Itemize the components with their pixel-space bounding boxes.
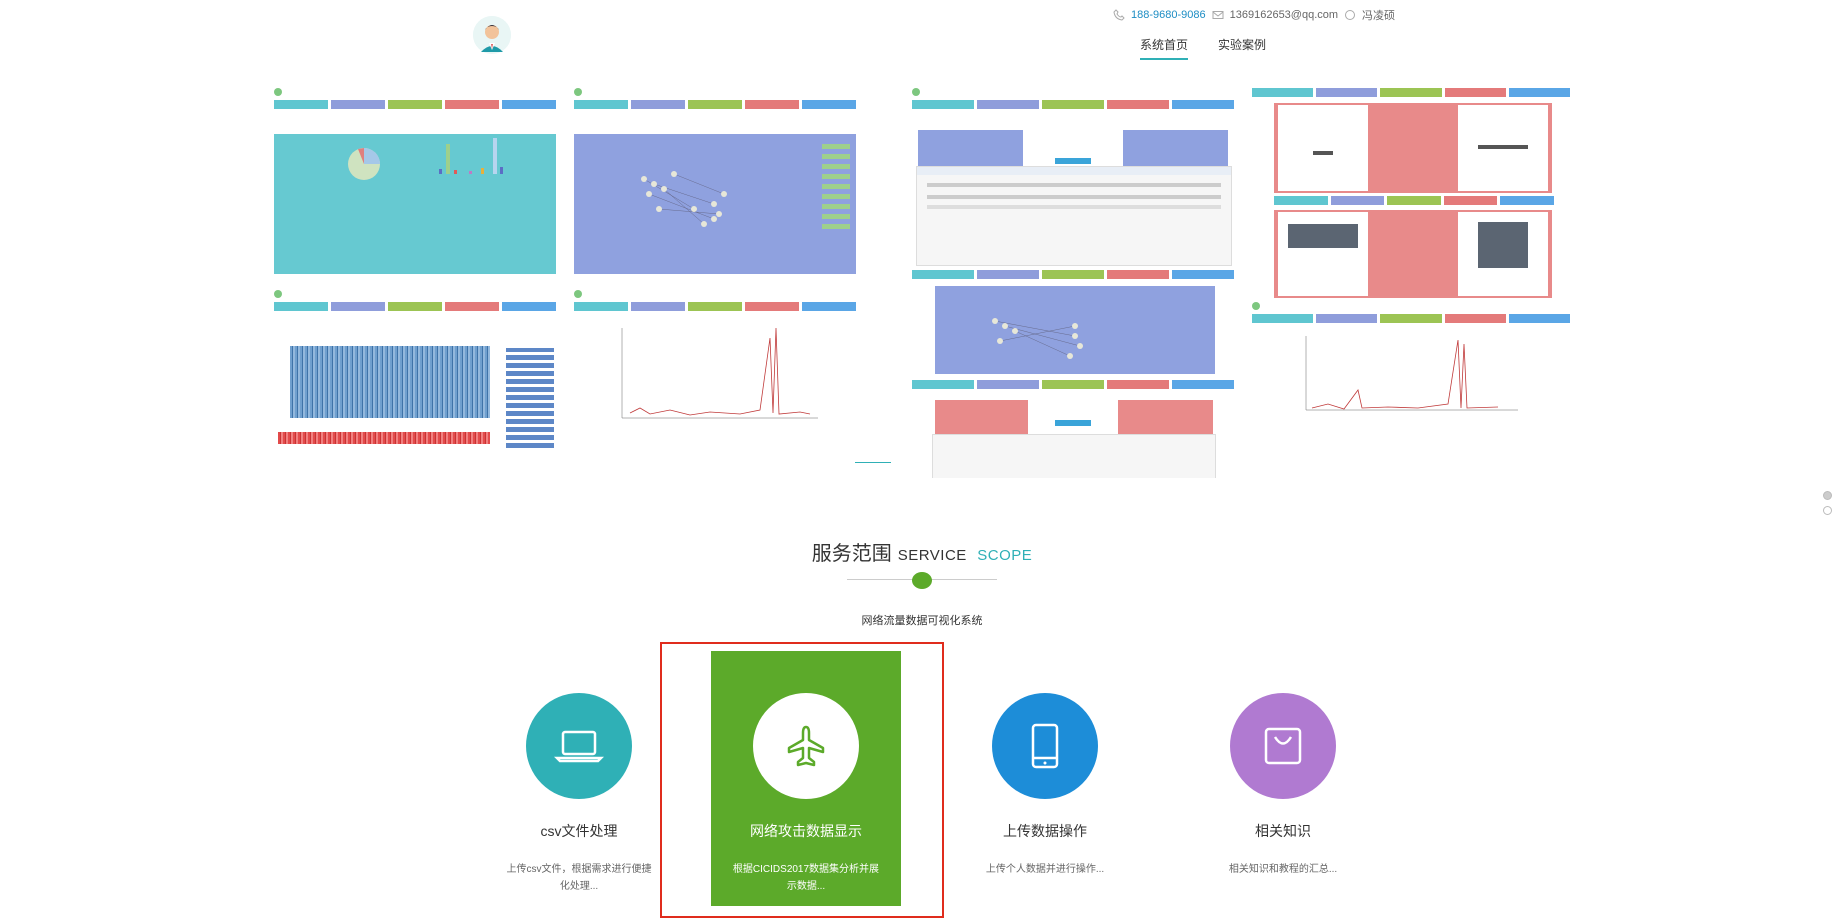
page-dot-2[interactable] — [1823, 506, 1832, 515]
screenshot-file-upload-red[interactable] — [908, 378, 1238, 478]
card-csv[interactable]: csv文件处理 上传csv文件，根据需求进行便捷化处理... — [484, 651, 674, 906]
nav-cases[interactable]: 实验案例 — [1218, 36, 1266, 60]
contact-bar: 188-9680-9086 1369162653@qq.com 冯凌硕 — [1113, 7, 1395, 23]
section-title: 服务范围 SERVICE SCOPE — [0, 537, 1844, 566]
screenshot-peaks-chart-2[interactable] — [1248, 300, 1574, 420]
contact-name: 冯凌硕 — [1362, 10, 1396, 22]
screenshot-timestamp-flow[interactable] — [270, 288, 560, 478]
bag-icon — [1230, 693, 1336, 799]
section-subtitle: 网络流量数据可视化系统 — [861, 615, 983, 627]
title-divider-dot — [912, 572, 932, 589]
screenshot-peaks-chart[interactable] — [570, 288, 860, 428]
card-upload[interactable]: 上传数据操作 上传个人数据并进行操作... — [950, 651, 1140, 906]
carousel-marker — [855, 462, 891, 463]
screenshot-file-upload-blue[interactable] — [908, 86, 1238, 266]
phone-icon — [992, 693, 1098, 799]
mail-icon — [1212, 11, 1224, 19]
phone-number[interactable]: 188-9680-9086 — [1131, 9, 1206, 21]
section-title-cn: 服务范围 — [811, 543, 892, 565]
selection-highlight — [660, 642, 944, 918]
avatar — [473, 16, 511, 54]
page-dot-1[interactable] — [1823, 491, 1832, 500]
screenshot-red-forms[interactable] — [1248, 86, 1574, 301]
card-title: 上传数据操作 — [1003, 823, 1087, 839]
avatar-icon — [473, 16, 511, 54]
card-title: csv文件处理 — [540, 823, 618, 839]
card-desc: 上传个人数据并进行操作... — [985, 864, 1105, 875]
phone-icon — [1113, 9, 1125, 21]
card-desc: 上传csv文件，根据需求进行便捷化处理... — [506, 864, 652, 892]
main-nav: 系统首页 实验案例 — [1140, 36, 1266, 60]
laptop-icon — [526, 693, 632, 799]
section-title-en: SERVICE — [897, 547, 967, 564]
page-dots — [1823, 491, 1832, 521]
chat-icon — [1345, 10, 1356, 20]
section-title-en-accent: SCOPE — [977, 547, 1033, 564]
email-address[interactable]: 1369162653@qq.com — [1230, 9, 1338, 21]
card-knowledge[interactable]: 相关知识 相关知识和教程的汇总... — [1188, 651, 1378, 906]
screenshot-pie-bar[interactable] — [270, 86, 560, 286]
screenshot-network-graph[interactable] — [570, 86, 860, 286]
card-title: 相关知识 — [1255, 823, 1311, 839]
screenshot-network-graph-2[interactable] — [908, 268, 1238, 378]
nav-home[interactable]: 系统首页 — [1140, 36, 1189, 60]
card-desc: 相关知识和教程的汇总... — [1228, 864, 1338, 875]
